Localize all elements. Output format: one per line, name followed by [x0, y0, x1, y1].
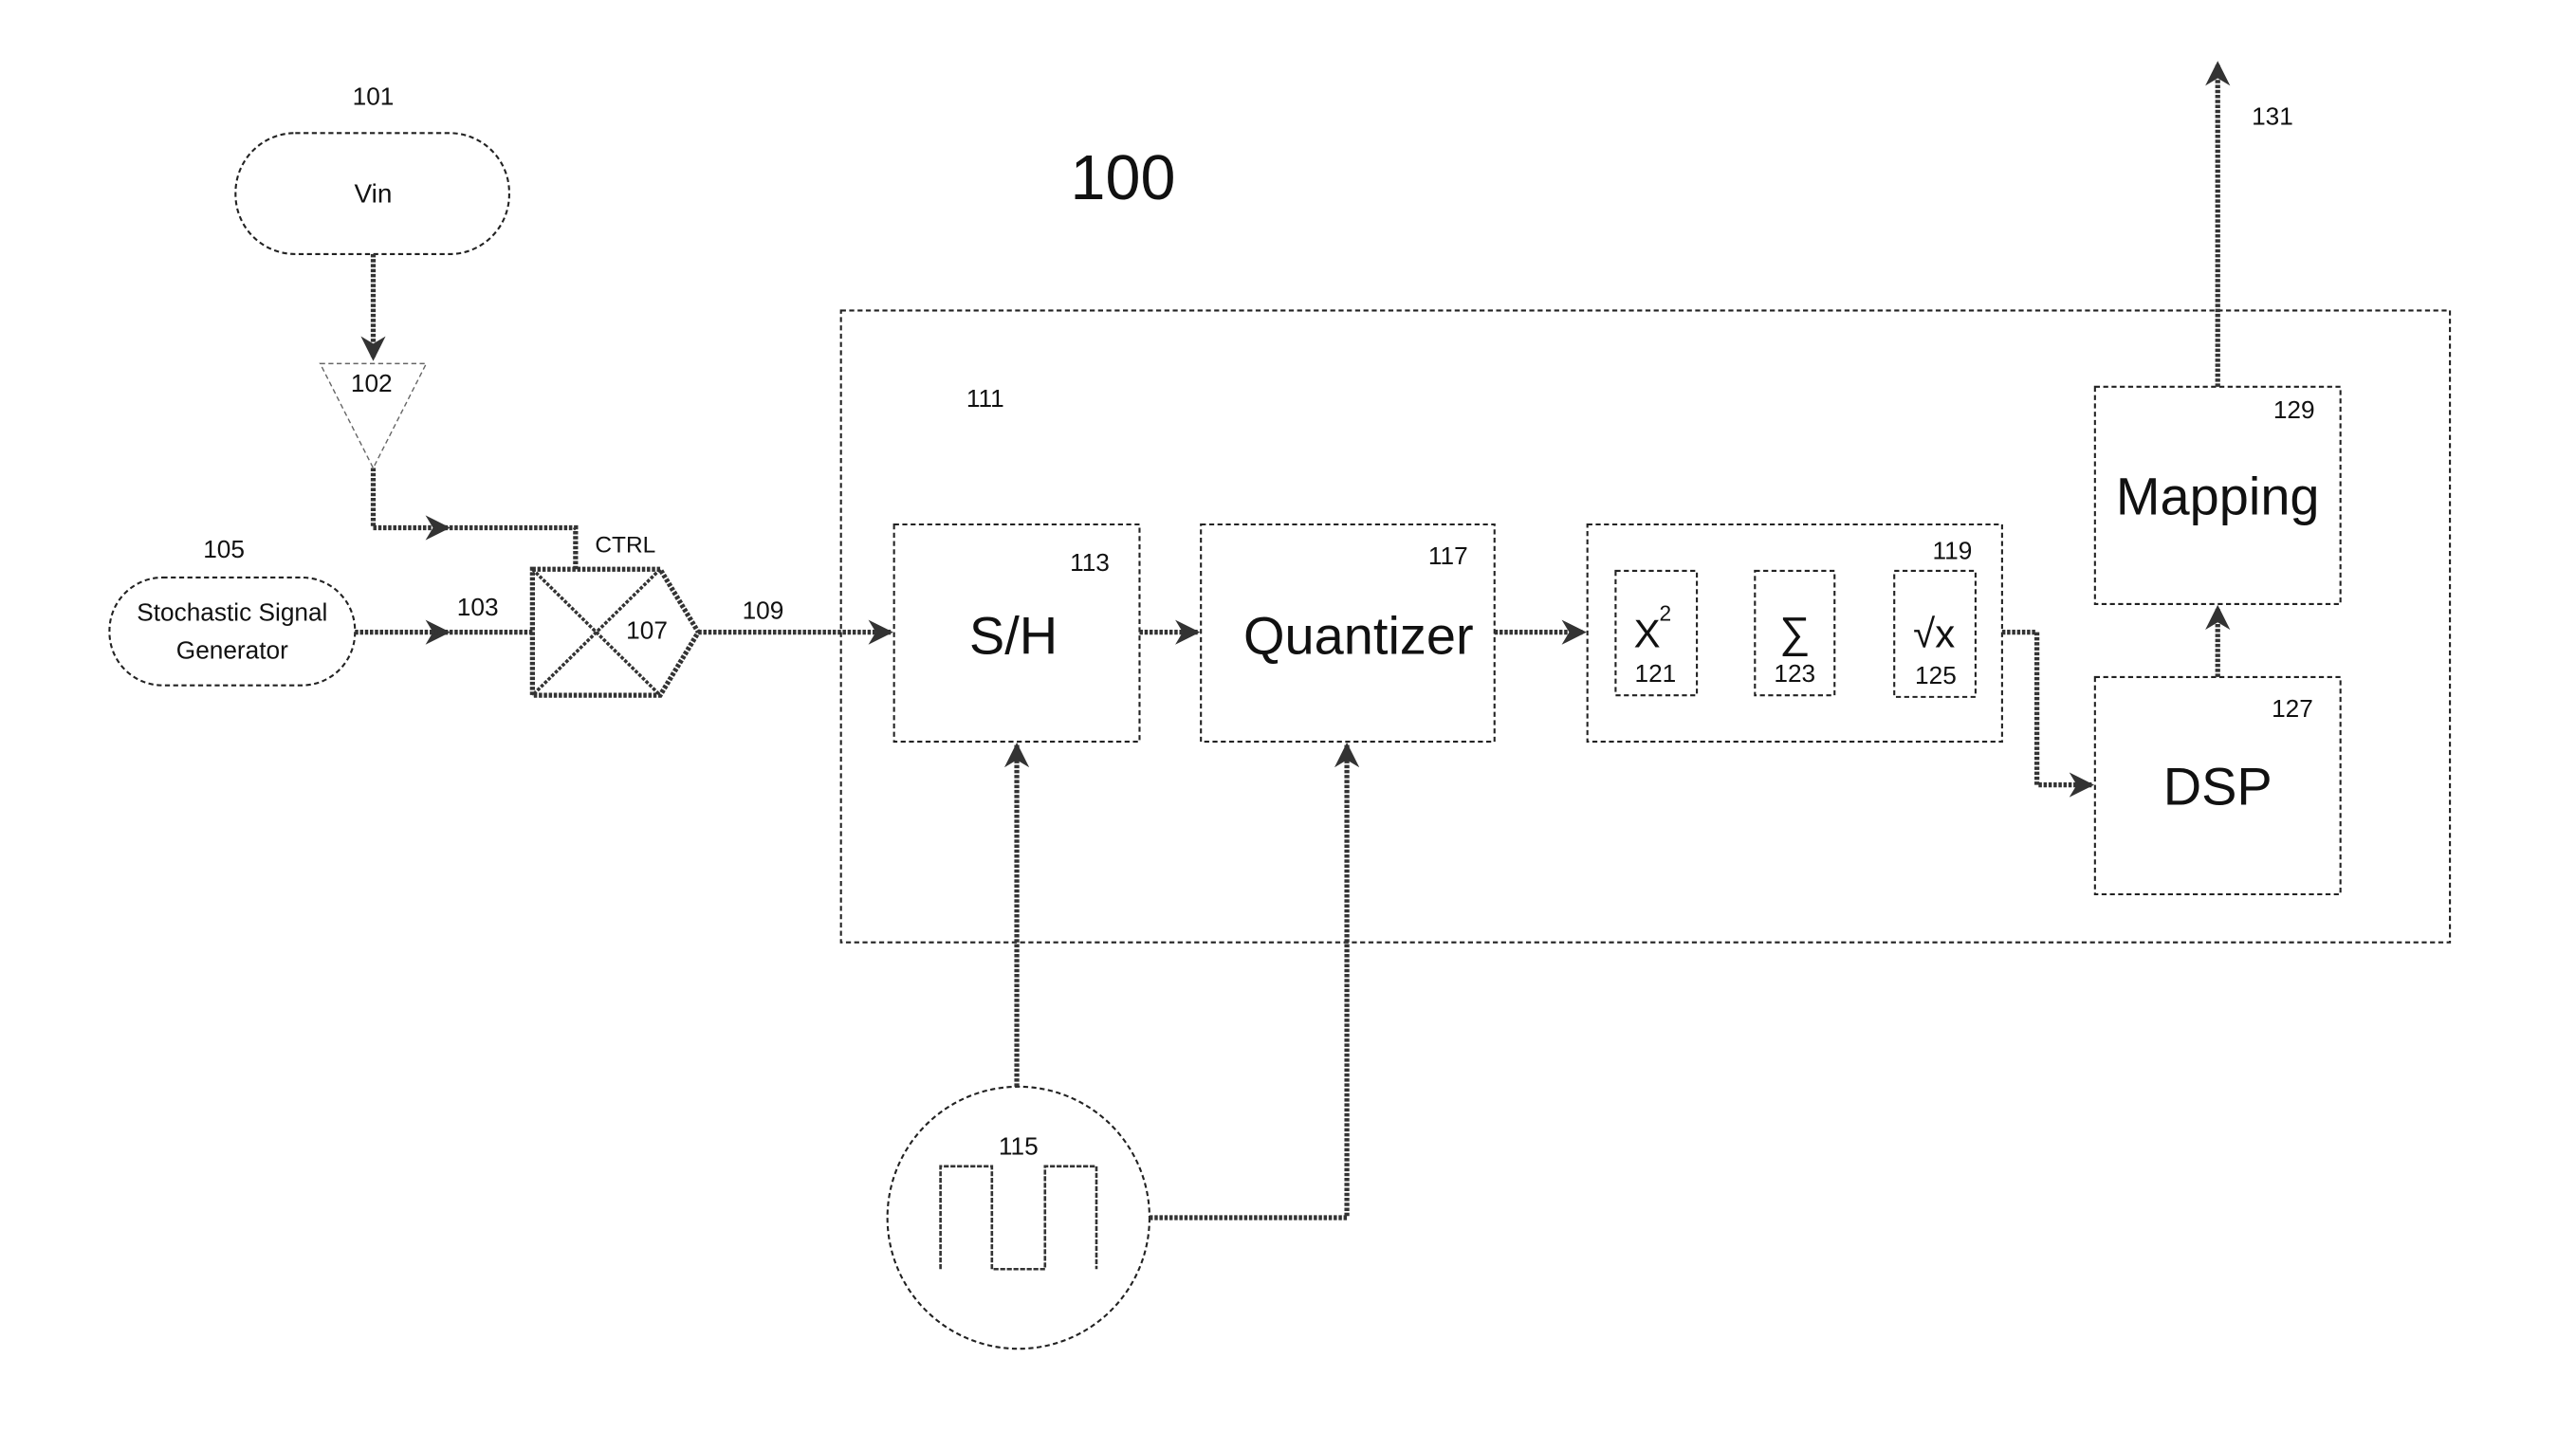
sample-hold-label: S/H — [969, 605, 1058, 665]
vin-source: Vin — [234, 132, 510, 255]
sample-hold-113: 113 S/H — [892, 523, 1141, 744]
mixer-ref: 107 — [626, 616, 668, 645]
quantizer-117: 117 Quantizer — [1200, 523, 1496, 744]
amplifier-ref: 102 — [351, 369, 393, 397]
sample-hold-ref: 113 — [1070, 548, 1110, 577]
square-wave-icon — [939, 1165, 1098, 1271]
wire-rms-to-dsp — [2001, 630, 2094, 798]
sum-label: ∑ — [1779, 608, 1810, 656]
dsp-ref: 127 — [2272, 694, 2313, 723]
generator-label-line2: Generator — [176, 636, 288, 665]
square-121: X 2 121 — [1614, 569, 1699, 697]
mapping-ref: 129 — [2273, 395, 2315, 424]
wire-amplifier-to-ctrl — [370, 468, 451, 541]
signal-109-ref: 109 — [743, 597, 784, 625]
generator-ref: 105 — [203, 535, 245, 563]
square-ref: 121 — [1635, 659, 1677, 688]
generator-label-line1: Stochastic Signal — [137, 597, 327, 626]
sqrt-ref: 125 — [1915, 661, 1957, 689]
sum-123: ∑ 123 — [1754, 569, 1836, 697]
adc-block-ref: 111 — [966, 384, 1004, 413]
quantizer-label: Quantizer — [1243, 605, 1474, 665]
quantizer-ref: 117 — [1428, 542, 1468, 570]
signal-103-ref: 103 — [457, 593, 499, 621]
sum-ref: 123 — [1774, 659, 1815, 688]
block-diagram: 100 Vin 101 102 105 Stochastic Signal Ge… — [108, 61, 2452, 1350]
output-ref: 131 — [2252, 102, 2293, 131]
rms-block-ref: 119 — [1933, 537, 1973, 565]
mixer-107: 107 — [529, 566, 702, 698]
wire-clock-to-quantizer — [1149, 742, 1360, 1221]
clock-115: 115 — [886, 1085, 1151, 1350]
ctrl-label: CTRL — [595, 533, 655, 559]
diagram-title: 100 — [1071, 143, 1176, 213]
dsp-127: 127 DSP — [2093, 675, 2342, 896]
amplifier-102: 102 — [319, 362, 428, 470]
square-label: X — [1634, 611, 1661, 655]
rms-block-119: 119 X 2 121 ∑ 123 √x 125 — [1586, 523, 2003, 744]
sqrt-125: √x 125 — [1893, 569, 1977, 698]
mapping-label: Mapping — [2116, 467, 2320, 526]
wire-ctrl-input — [434, 524, 579, 570]
mapping-129: 129 Mapping — [2093, 385, 2342, 606]
stochastic-signal-generator: Stochastic Signal Generator — [108, 576, 357, 687]
dsp-label: DSP — [2163, 757, 2272, 817]
vin-ref: 101 — [353, 83, 395, 111]
clock-ref: 115 — [999, 1132, 1039, 1161]
vin-label: Vin — [355, 179, 393, 209]
square-superscript: 2 — [1660, 600, 1672, 625]
sqrt-label: √x — [1913, 611, 1955, 655]
